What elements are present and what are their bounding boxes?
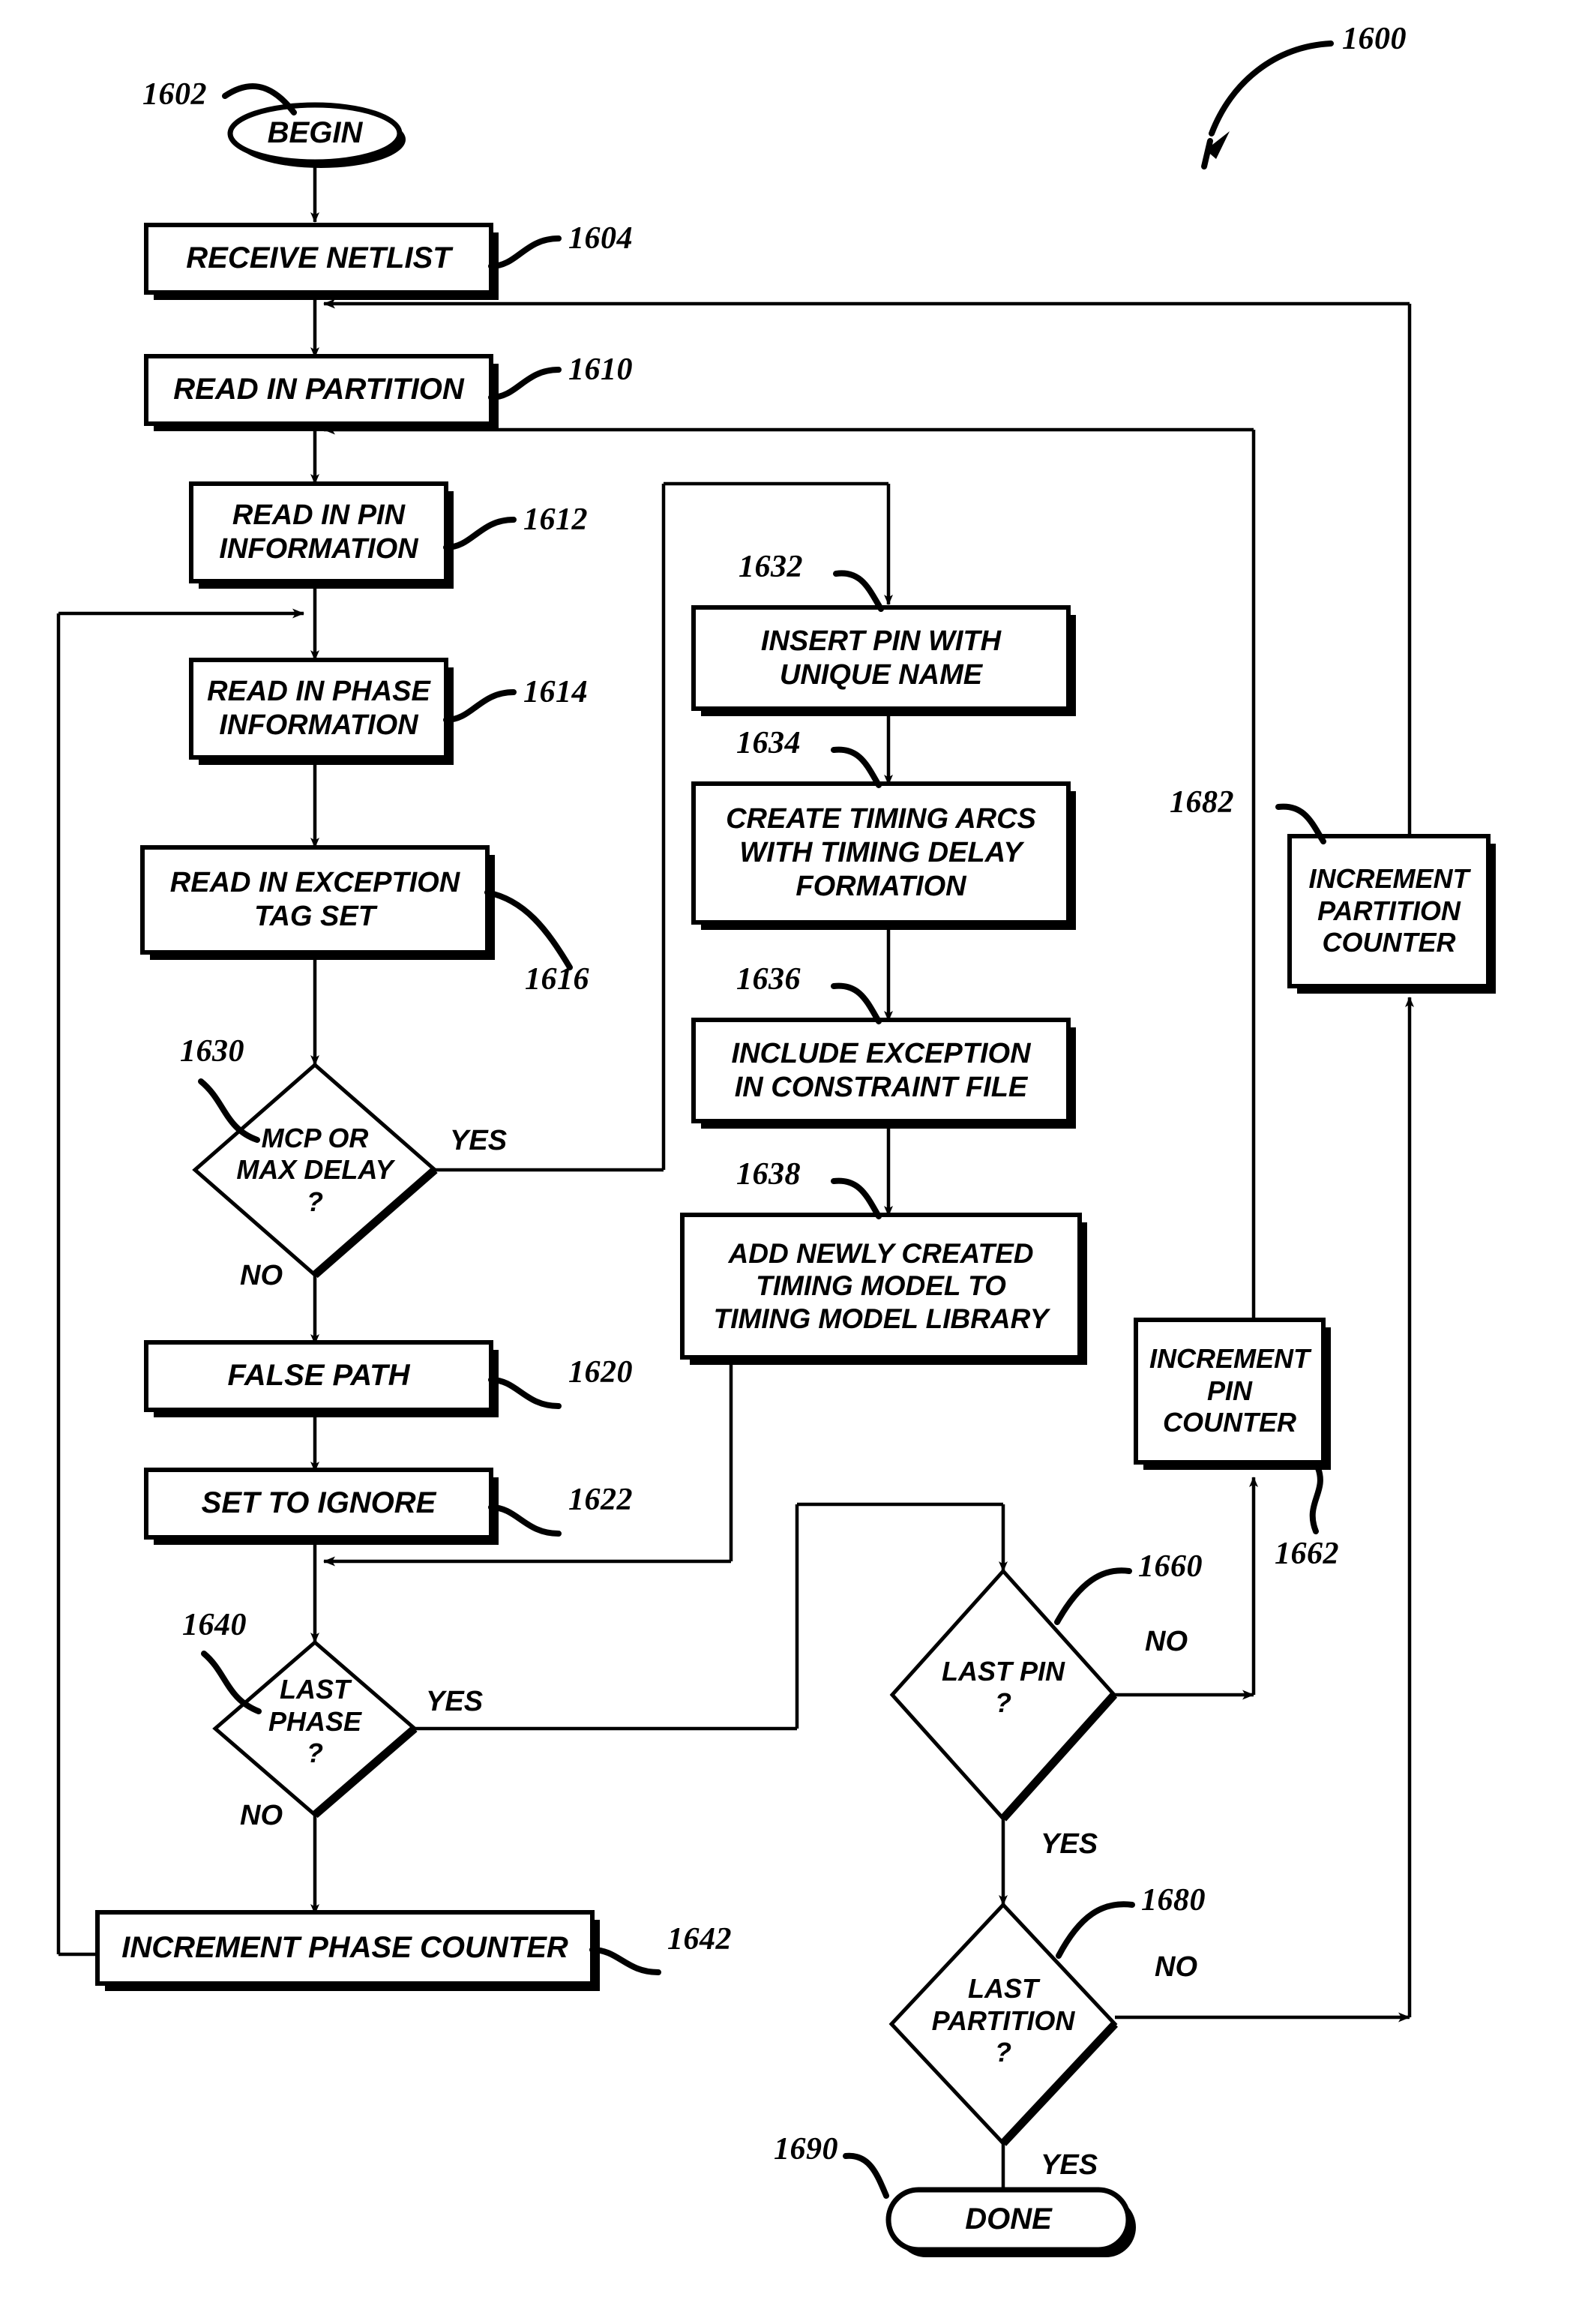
ref-1616: 1616 xyxy=(525,962,589,997)
ref-1638: 1638 xyxy=(736,1157,801,1192)
ref-1640: 1640 xyxy=(182,1608,247,1642)
flowchart-canvas: BEGIN RECEIVE NETLIST READ IN PARTITION … xyxy=(0,0,1582,2324)
ref-1632: 1632 xyxy=(739,550,803,584)
ref-1690: 1690 xyxy=(774,2132,838,2167)
ref-figure-1600: 1600 xyxy=(1342,22,1407,56)
ref-1630: 1630 xyxy=(180,1034,244,1069)
ref-1660: 1660 xyxy=(1138,1549,1203,1584)
branch-label-mcp-no: NO xyxy=(240,1260,283,1291)
branch-label-mcp-yes: YES xyxy=(450,1125,508,1156)
ref-1634: 1634 xyxy=(736,726,801,760)
branch-label-last-pin-yes: YES xyxy=(1041,1828,1098,1860)
ref-1682: 1682 xyxy=(1170,785,1234,820)
ref-1602: 1602 xyxy=(142,77,207,112)
ref-1610: 1610 xyxy=(568,352,633,387)
branch-label-last-pin-no: NO xyxy=(1145,1626,1188,1657)
branch-label-last-partition-no: NO xyxy=(1155,1951,1197,1983)
ref-1614: 1614 xyxy=(523,675,588,709)
ref-1612: 1612 xyxy=(523,502,588,537)
ref-1604: 1604 xyxy=(568,221,633,256)
branch-label-last-partition-yes: YES xyxy=(1041,2149,1098,2181)
branch-label-last-phase-no: NO xyxy=(240,1800,283,1831)
ref-1680: 1680 xyxy=(1141,1883,1206,1918)
ref-1642: 1642 xyxy=(667,1922,732,1957)
ref-1620: 1620 xyxy=(568,1355,633,1390)
ref-1636: 1636 xyxy=(736,962,801,997)
branch-label-last-phase-yes: YES xyxy=(426,1686,484,1717)
ref-1662: 1662 xyxy=(1275,1537,1339,1571)
ref-1622: 1622 xyxy=(568,1483,633,1517)
